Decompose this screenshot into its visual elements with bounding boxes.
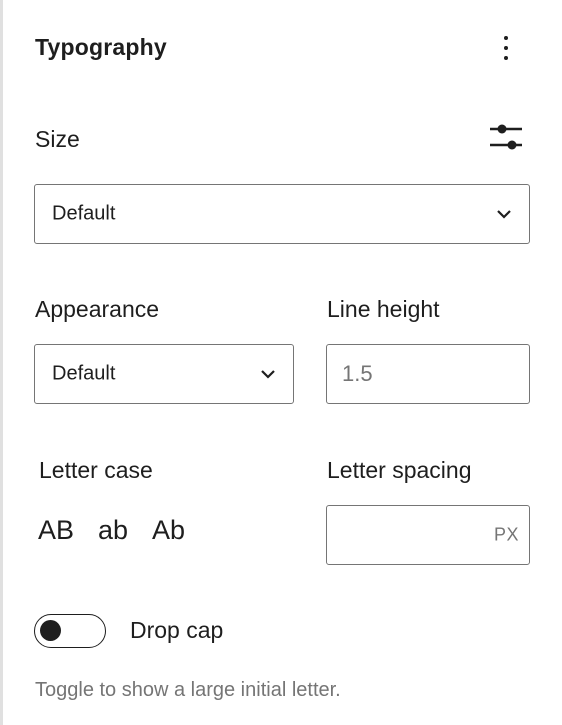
letter-spacing-label: Letter spacing bbox=[327, 457, 472, 483]
size-select[interactable]: Default bbox=[34, 184, 530, 244]
letter-spacing-input[interactable]: PX bbox=[326, 505, 530, 565]
size-label: Size bbox=[35, 126, 80, 152]
line-height-placeholder: 1.5 bbox=[342, 361, 373, 386]
drop-cap-help-text: Toggle to show a large initial letter. bbox=[35, 679, 341, 701]
size-select-value: Default bbox=[52, 202, 116, 225]
panel-title: Typography bbox=[35, 34, 167, 60]
unit-select[interactable]: PX bbox=[494, 525, 519, 546]
uppercase-button[interactable]: AB bbox=[38, 510, 74, 550]
letter-case-label: Letter case bbox=[39, 457, 153, 483]
appearance-select-value: Default bbox=[52, 362, 116, 385]
appearance-label: Appearance bbox=[35, 296, 160, 322]
kebab-dot bbox=[504, 36, 508, 40]
toggle-knob bbox=[40, 620, 61, 641]
capitalize-button[interactable]: Ab bbox=[152, 510, 185, 550]
chevron-down-icon bbox=[497, 210, 511, 219]
drop-cap-label: Drop cap bbox=[130, 617, 224, 643]
appearance-select[interactable]: Default bbox=[34, 344, 294, 404]
line-height-label: Line height bbox=[327, 296, 440, 322]
panel-left-border bbox=[0, 0, 3, 725]
drop-cap-toggle[interactable] bbox=[34, 614, 106, 648]
lowercase-button[interactable]: ab bbox=[98, 510, 128, 550]
kebab-dot bbox=[504, 46, 508, 50]
kebab-menu-icon[interactable] bbox=[494, 30, 518, 66]
line-height-input[interactable]: 1.5 bbox=[326, 344, 530, 404]
sliders-icon[interactable] bbox=[486, 120, 526, 156]
kebab-dot bbox=[504, 56, 508, 60]
chevron-down-icon bbox=[261, 370, 275, 379]
